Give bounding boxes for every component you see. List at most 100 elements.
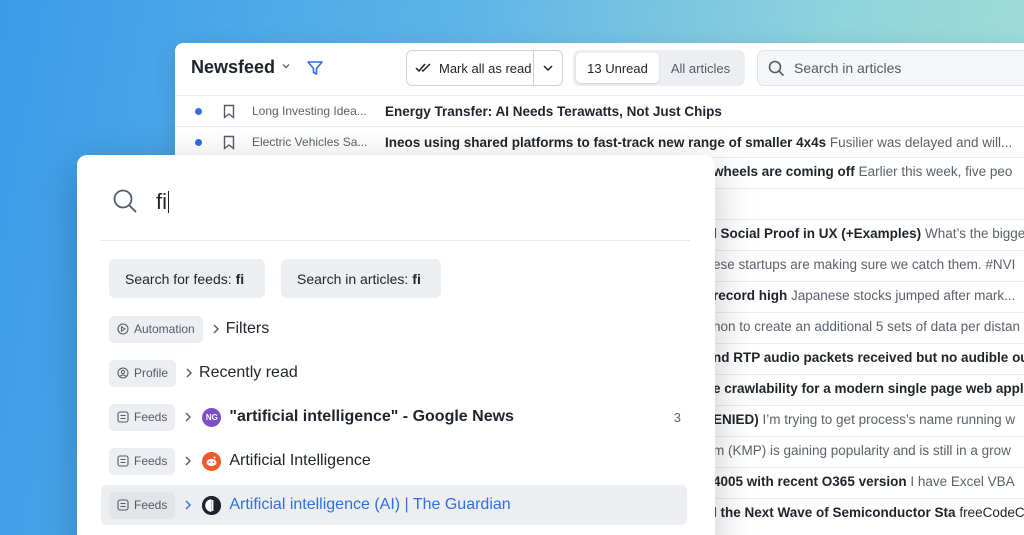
article-row[interactable]: nd RTP audio packets received but no aud…	[713, 350, 1024, 365]
article-title: Energy Transfer: AI Needs Terawatts, Not…	[385, 103, 722, 119]
category-badge: Profile	[109, 359, 177, 387]
palette-result-item[interactable]: Profile Recently read	[101, 353, 687, 393]
palette-result-item[interactable]: Feeds NG "artificial intelligence" - Goo…	[101, 397, 687, 437]
article-snippet: I’m trying to get process’s name running…	[762, 412, 1016, 427]
google-news-feed-icon: NG	[202, 407, 222, 427]
search-articles-term: fi	[412, 270, 421, 287]
article-row[interactable]: record high Japanese stocks jumped after…	[713, 288, 1015, 303]
article-row[interactable]: l Social Proof in UX (+Examples) What’s …	[713, 226, 1024, 241]
feeds-icon	[117, 411, 129, 423]
article-text: Energy Transfer: AI Needs Terawatts, Not…	[385, 104, 722, 119]
badge-label: Feeds	[134, 454, 168, 468]
article-text: Ineos using shared platforms to fast-tra…	[385, 135, 1012, 150]
article-snippet: Earlier this week, five peo	[858, 164, 1013, 179]
article-row[interactable]: Electric Vehicles Sa... Ineos using shar…	[175, 126, 1024, 157]
result-label: Artificial intelligence (AI) | The Guard…	[229, 496, 511, 513]
article-snippet: m (KMP) is gaining popularity and is sti…	[713, 443, 1011, 458]
mark-all-read-label: Mark all as read	[439, 60, 532, 76]
article-row[interactable]: ese startups are making sure we catch th…	[713, 257, 1015, 272]
badge-label: Feeds	[134, 410, 168, 424]
article-row[interactable]: non to create an additional 5 sets of da…	[713, 319, 1020, 334]
article-snippet: ese startups are making sure we catch th…	[713, 257, 1016, 272]
category-badge: Feeds	[109, 491, 176, 519]
query-value: fi	[156, 189, 167, 214]
unread-dot	[195, 108, 202, 115]
article-row[interactable]: l the Next Wave of Semiconductor Sta fre…	[713, 505, 1024, 520]
article-filter-tabs: 13 Unread All articles	[573, 50, 745, 86]
unread-dot	[195, 139, 202, 146]
article-snippet: I have Excel VBA	[910, 474, 1015, 489]
text-caret	[168, 191, 169, 213]
bookmark-icon[interactable]	[223, 104, 235, 119]
article-snippet: Fusilier was delayed and will...	[829, 134, 1013, 150]
palette-result-item[interactable]: Automation Filters	[101, 309, 687, 349]
chevron-right-icon	[184, 453, 194, 469]
article-row[interactable]: m (KMP) is gaining popularity and is sti…	[713, 443, 1011, 458]
search-articles-prefix: Search in articles:	[297, 270, 409, 287]
article-title: Ineos using shared platforms to fast-tra…	[385, 134, 827, 150]
reddit-feed-icon	[202, 451, 222, 471]
chevron-down-icon	[281, 61, 291, 74]
badge-label: Feeds	[134, 498, 168, 512]
chevron-down-icon	[543, 65, 553, 72]
bookmark-icon[interactable]	[223, 135, 235, 150]
article-title: nd RTP audio packets received but no aud…	[713, 350, 1024, 365]
article-row[interactable]: Long Investing Idea... Energy Transfer: …	[175, 95, 1024, 126]
palette-result-item-selected[interactable]: Feeds Artificial intelligence (AI) | The…	[101, 485, 687, 525]
chevron-right-icon	[212, 321, 222, 337]
badge-label: Automation	[134, 322, 195, 336]
palette-search-field[interactable]: fi	[100, 178, 690, 241]
palette-result-item[interactable]: Feeds Artificial Intelligence	[101, 441, 687, 481]
article-search-input[interactable]: Search in articles	[757, 50, 1024, 86]
page-title: Newsfeed	[191, 57, 276, 77]
chevron-right-icon	[184, 497, 194, 513]
palette-query-text[interactable]: fi	[156, 189, 169, 215]
tab-all-articles[interactable]: All articles	[659, 53, 742, 83]
category-badge: Feeds	[109, 403, 176, 431]
command-palette: fi Search for feeds: fi Search in article…	[77, 155, 715, 535]
mark-all-read-dropdown[interactable]	[533, 51, 562, 85]
search-feeds-button[interactable]: Search for feeds: fi	[109, 259, 265, 298]
feeds-icon	[117, 499, 129, 511]
search-articles-button[interactable]: Search in articles: fi	[281, 259, 441, 298]
search-placeholder: Search in articles	[794, 60, 902, 76]
guardian-feed-icon	[202, 495, 222, 515]
result-label: "artificial intelligence" - Google News	[229, 408, 514, 425]
chevron-right-icon	[184, 409, 194, 425]
article-title: ENIED)	[713, 412, 759, 427]
result-label: Artificial Intelligence	[229, 452, 371, 469]
search-feeds-term: fi	[235, 270, 245, 287]
article-title: e crawlability for a modern single page …	[713, 381, 1024, 396]
article-title: l the Next Wave of Semiconductor Sta	[713, 505, 956, 520]
article-snippet: What’s the bigge	[924, 226, 1024, 241]
article-snippet: Japanese stocks jumped after mark...	[791, 288, 1016, 303]
article-source: Electric Vehicles Sa...	[252, 135, 368, 149]
mark-all-read-button[interactable]: Mark all as read	[407, 51, 533, 85]
article-row[interactable]: wheels are coming off Earlier this week,…	[713, 164, 1012, 179]
automation-icon	[117, 323, 129, 335]
category-badge: Automation	[109, 315, 203, 343]
article-source: Long Investing Idea...	[252, 104, 367, 118]
badge-label: Profile	[134, 366, 169, 380]
search-icon	[768, 60, 785, 76]
article-row[interactable]: 4005 with recent O365 version I have Exc…	[713, 474, 1015, 489]
feeds-icon	[117, 455, 129, 467]
article-row[interactable]: ENIED) I’m trying to get process’s name …	[713, 412, 1015, 427]
tab-unread[interactable]: 13 Unread	[576, 53, 659, 83]
article-snippet: non to create an additional 5 sets of da…	[713, 319, 1020, 334]
article-title: wheels are coming off	[713, 164, 855, 179]
article-row[interactable]: e crawlability for a modern single page …	[713, 381, 1024, 396]
newsfeed-title-dropdown[interactable]: Newsfeed	[191, 57, 291, 78]
article-title: record high	[713, 288, 788, 303]
mark-all-read-button-group: Mark all as read	[406, 50, 563, 86]
filter-icon[interactable]	[306, 59, 324, 77]
toolbar: Newsfeed Mark all as read 13 Unread All …	[175, 43, 1024, 95]
double-check-icon	[415, 63, 431, 73]
article-title: l Social Proof in UX (+Examples)	[713, 226, 922, 241]
chevron-right-icon	[185, 365, 195, 381]
result-label: Recently read	[199, 364, 298, 381]
category-badge: Feeds	[109, 447, 176, 475]
search-icon	[113, 189, 137, 213]
search-feeds-prefix: Search for feeds:	[125, 270, 232, 287]
profile-icon	[117, 367, 129, 379]
